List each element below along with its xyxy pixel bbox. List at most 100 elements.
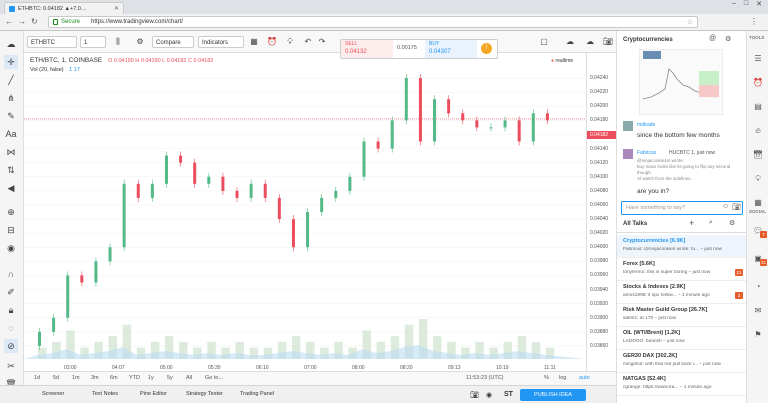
arrow-left-icon[interactable]: ◀ [4, 181, 18, 195]
close-tab-icon[interactable]: ✕ [114, 5, 119, 12]
talk-list-item[interactable]: NATGAS [52.4K] cgrange: https://www.tra..… [617, 373, 747, 396]
messages-icon[interactable]: ✉ [752, 305, 764, 317]
data-window-icon[interactable]: ▤ [752, 101, 764, 113]
settings-icon[interactable]: ⚙ [134, 36, 146, 48]
log-toggle[interactable]: log [559, 375, 566, 381]
layout-icon[interactable]: ▢ [538, 36, 550, 48]
forward-icon[interactable]: → [18, 17, 26, 26]
cloud-save-icon[interactable]: ☁ [564, 36, 576, 48]
hide-icon[interactable]: ◉ [4, 241, 18, 255]
candle [179, 155, 183, 163]
people-icon[interactable]: ⚑ [752, 329, 764, 341]
tab-screener[interactable]: Screener [42, 391, 64, 397]
minimize-icon[interactable]: – [732, 0, 736, 12]
browser-menu-icon[interactable]: ⋮ [750, 17, 758, 26]
sell-button[interactable]: SELL 0.04132 [341, 40, 393, 58]
talk-list-item[interactable]: OIL (WTI/Brent) [1.2K] LADDOO: bearish – … [617, 327, 747, 350]
hotlist-icon[interactable]: 🔥︎ [752, 125, 764, 137]
eye-share-icon[interactable]: ◉ [486, 391, 492, 399]
range-button[interactable]: 1d [34, 375, 40, 381]
calendar-icon[interactable]: 📅︎ [752, 149, 764, 161]
tab-text-notes[interactable]: Text Notes [92, 391, 118, 397]
eye-icon[interactable]: ◌ [4, 321, 18, 335]
zoom-icon[interactable]: ⊕ [4, 205, 18, 219]
tab-strategy-tester[interactable]: Strategy Tester [186, 391, 223, 397]
range-button[interactable]: 5y [167, 375, 173, 381]
redo-icon[interactable]: ↷ [316, 36, 328, 48]
emoji-icon[interactable]: ☺ [722, 203, 729, 210]
brush-icon[interactable]: ✎ [4, 109, 18, 123]
compare-button[interactable]: Compare [152, 36, 194, 48]
sync-icon[interactable]: ⊘ [4, 339, 18, 353]
indicators-button[interactable]: Indicators [198, 36, 244, 48]
talk-list-item[interactable]: Risk Master Guild Group [26.7K] safeti1: … [617, 304, 747, 327]
talk-list-item[interactable]: Forex [5.6K] tonyfermo: this is super bor… [617, 258, 747, 281]
text-tool-icon[interactable]: Aa [4, 127, 18, 141]
range-button[interactable]: YTD [129, 375, 140, 381]
search-talk-icon[interactable]: ⌕ [709, 219, 713, 227]
watchlist-icon[interactable]: ☰ [752, 53, 764, 65]
talk-settings-icon[interactable]: ⚙ [729, 219, 735, 227]
stay-drawing-icon[interactable]: ✐ [4, 285, 18, 299]
alert-icon[interactable]: ⏰ [266, 36, 278, 48]
notifications-icon[interactable]: ◔ [752, 281, 764, 293]
camera-icon[interactable]: 📷︎ [602, 36, 614, 48]
alerts-icon[interactable]: ⏰ [752, 77, 764, 89]
back-icon[interactable]: ← [5, 17, 13, 26]
range-button[interactable]: 5d [53, 375, 59, 381]
talk-list-item[interactable]: Cryptocurrencies [6.9K] Fabricus: @ninjac… [617, 235, 747, 258]
info-icon[interactable]: ! [481, 43, 492, 54]
buy-button[interactable]: BUY 0.04307 [425, 40, 477, 58]
post2-user[interactable]: Fabricus [637, 150, 656, 156]
interval-select[interactable]: 1 [80, 36, 106, 48]
maximize-icon[interactable]: □ [744, 0, 748, 12]
trend-line-icon[interactable]: ╱ [4, 73, 18, 87]
tab-trading-panel[interactable]: Trading Panel [240, 391, 274, 397]
stocktwits-icon[interactable]: ST [504, 391, 513, 398]
shared-chart-image[interactable] [639, 49, 723, 115]
url-field[interactable]: Secure https://www.tradingview.com/chart… [48, 16, 698, 28]
at-mention-icon[interactable]: @ [709, 35, 716, 42]
chat-settings-icon[interactable]: ⚙ [725, 35, 731, 43]
percent-toggle[interactable]: % [544, 375, 549, 381]
price-chart[interactable]: ETH/BTC, 1, COINBASE O 0.04190 H 0.04190… [24, 53, 617, 371]
measure-icon[interactable]: ⊟ [4, 223, 18, 237]
close-window-icon[interactable]: ✕ [756, 0, 762, 12]
ideas-stream-icon[interactable]: 💡︎ [752, 173, 764, 185]
pattern-icon[interactable]: ⋈ [4, 145, 18, 159]
attach-image-icon[interactable]: 📷︎ [732, 203, 741, 211]
ideas-icon[interactable]: 💡︎ [284, 36, 296, 48]
templates-icon[interactable]: ▦ [248, 36, 260, 48]
crosshair-icon[interactable]: ✛ [4, 55, 18, 69]
post1-user[interactable]: mdtrade [637, 122, 655, 128]
range-button[interactable]: All [186, 375, 192, 381]
range-button[interactable]: 3m [91, 375, 99, 381]
remove-tools-icon[interactable]: ✂ [4, 359, 18, 373]
range-button[interactable]: 1y [148, 375, 154, 381]
pitchfork-icon[interactable]: ⋔ [4, 91, 18, 105]
auto-toggle[interactable]: auto [579, 375, 590, 381]
bookmark-star-icon[interactable]: ☆ [687, 18, 693, 26]
camera-share-icon[interactable]: 📷︎ [470, 391, 479, 399]
range-button[interactable]: 6m [110, 375, 118, 381]
prediction-icon[interactable]: ⇅ [4, 163, 18, 177]
cloud-icon[interactable]: ☁ [4, 37, 18, 51]
talk-list-item[interactable]: GER30 DAX [302.2K] mingshut: with that re… [617, 350, 747, 373]
lock-tool-icon[interactable]: 🔒︎ [4, 303, 18, 317]
tab-pine-editor[interactable]: Pine Editor [140, 391, 167, 397]
cloud-load-icon[interactable]: ☁ [584, 36, 596, 48]
publish-idea-button[interactable]: PUBLISH IDEA [520, 389, 586, 401]
browser-tab[interactable]: ETHBTC: 0.04182 ▲+7.0… ✕ [4, 2, 124, 14]
price-scale[interactable]: 0.042400.042200.042000.041800.041600.041… [586, 53, 617, 371]
range-button[interactable]: 1m [72, 375, 80, 381]
bar-style-icon[interactable]: ⫼ [112, 36, 124, 48]
reload-icon[interactable]: ↻ [31, 17, 38, 26]
magnet-icon[interactable]: ∩ [4, 267, 18, 281]
undo-icon[interactable]: ↶ [302, 36, 314, 48]
add-talk-icon[interactable]: + [689, 218, 694, 228]
headlines-icon[interactable]: ▦ [752, 197, 764, 209]
symbol-input[interactable]: ETHBTC [27, 36, 77, 48]
chat-input[interactable]: Have something to say? ☺ 📷︎ [621, 201, 743, 215]
talk-list-item[interactable]: Stocks & Indexes [2.9K] amos1998: if spx … [617, 281, 747, 304]
range-button[interactable]: Go to... [205, 375, 223, 381]
